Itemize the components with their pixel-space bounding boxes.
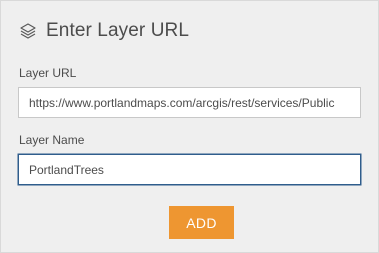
layer-url-label: Layer URL bbox=[19, 66, 77, 80]
panel-header: Enter Layer URL bbox=[19, 20, 189, 42]
layers-icon bbox=[19, 22, 37, 40]
layer-name-label: Layer Name bbox=[19, 133, 85, 147]
add-button[interactable]: ADD bbox=[169, 206, 234, 239]
layer-url-input[interactable] bbox=[18, 87, 361, 118]
panel-title: Enter Layer URL bbox=[46, 20, 190, 41]
add-layer-panel: Enter Layer URL Layer URL Layer Name ADD bbox=[0, 0, 379, 253]
layer-name-input[interactable] bbox=[18, 154, 361, 185]
